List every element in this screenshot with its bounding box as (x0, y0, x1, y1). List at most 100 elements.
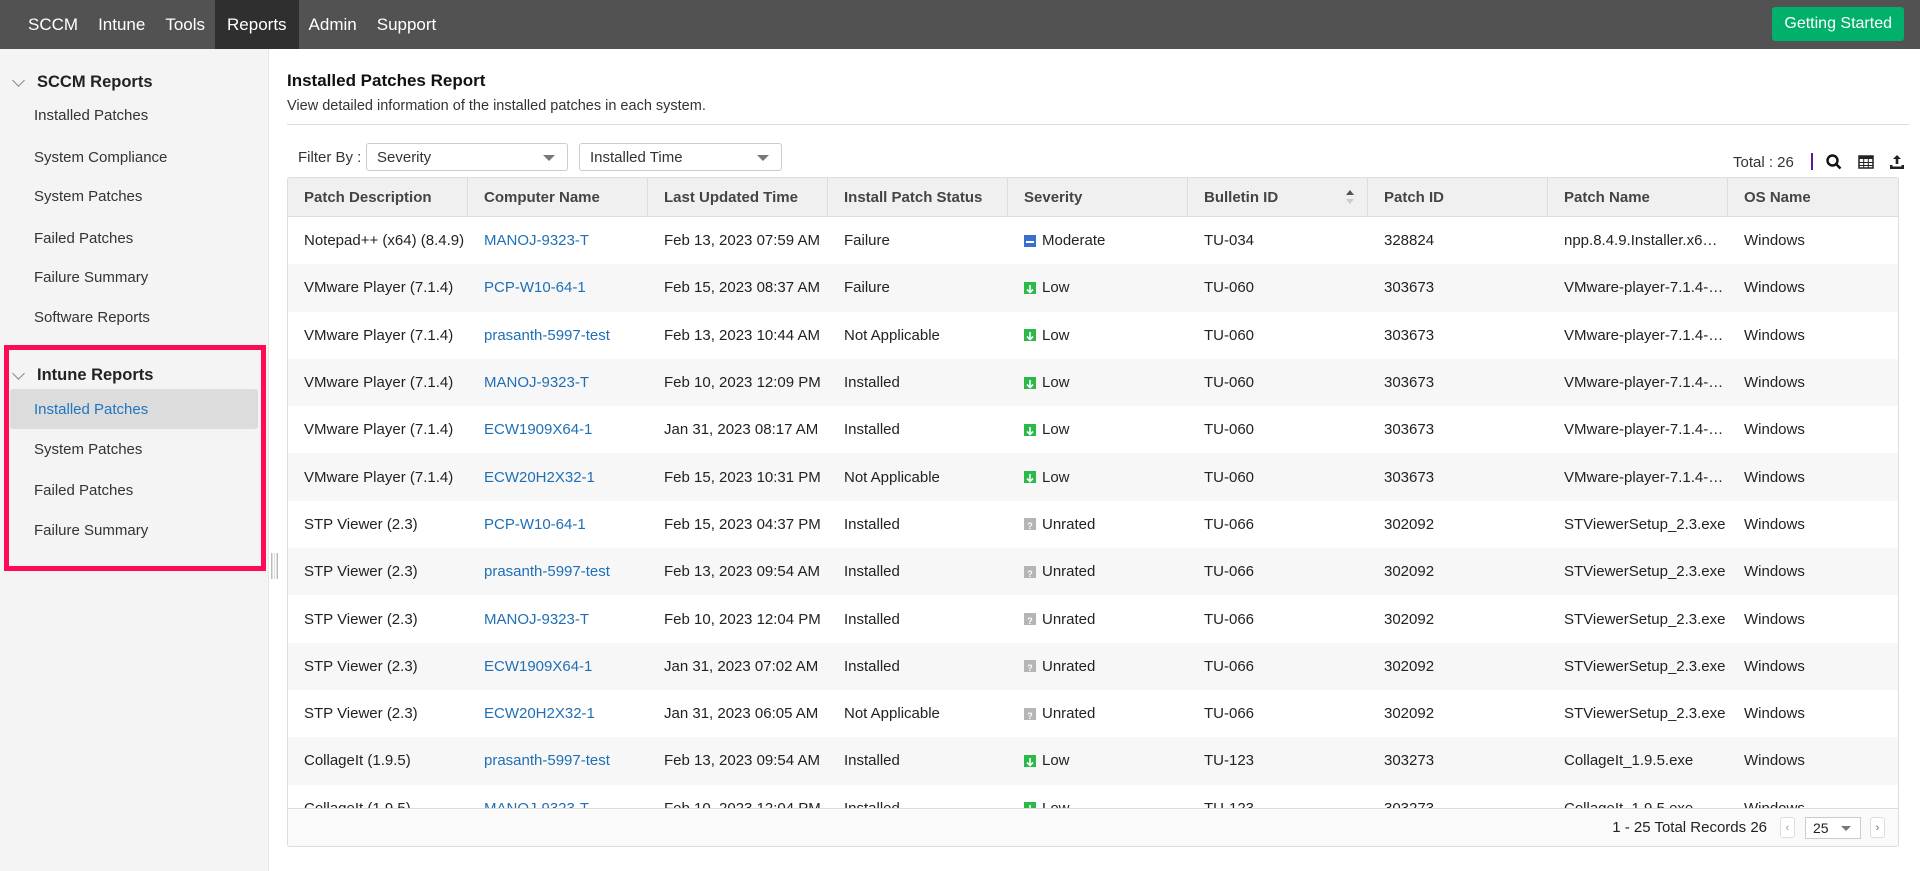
sidebar-sccm-failure-summary[interactable]: Failure Summary (10, 257, 258, 297)
last-updated-time-cell: Feb 10, 2023 12:04 PM (648, 595, 828, 642)
column-header-computer-name[interactable]: Computer Name (468, 178, 648, 216)
table-row[interactable]: Notepad++ (x64) (8.4.9) MANOJ-9323-T Feb 1… (288, 217, 1898, 264)
sidebar-section-sccm-reports[interactable]: SCCM Reports (12, 73, 153, 92)
table-row[interactable]: VMware Player (7.1.4) ECW20H2X32-1 Feb 15,… (288, 453, 1898, 501)
sidebar-section-intune-reports[interactable]: Intune Reports (12, 366, 154, 385)
export-icon[interactable] (1888, 153, 1906, 171)
sidebar-intune-installed-patches[interactable]: Installed Patches (10, 389, 258, 429)
table-row[interactable]: VMware Player (7.1.4) prasanth-5997-test F… (288, 312, 1898, 359)
severity-filter-select[interactable]: Severity (366, 143, 568, 171)
column-header-install-patch-status[interactable]: Install Patch Status (828, 178, 1008, 216)
patch-name-text: CollageIt_1.9.5.exe (1564, 752, 1694, 770)
patch-name-cell: CollageIt_1.9.5.exe (1548, 785, 1728, 808)
bulletin-id-cell: TU-060 (1188, 312, 1368, 359)
nav-intune[interactable]: Intune (88, 0, 155, 49)
patch-description-text: VMware Player (7.1.4) (304, 374, 454, 392)
table-row[interactable]: CollageIt (1.9.5) MANOJ-9323-T Feb 10, 202… (288, 785, 1898, 808)
column-header-os-name[interactable]: OS Name (1728, 178, 1898, 216)
computer-name-cell[interactable]: ECW20H2X32-1 (468, 690, 648, 737)
sidebar-resize-handle[interactable] (271, 553, 278, 579)
caret-down-icon (757, 155, 769, 161)
sidebar-intune-failed-patches[interactable]: Failed Patches (10, 470, 258, 510)
last-updated-time-cell: Feb 13, 2023 10:44 AM (648, 312, 828, 359)
computer-name-cell[interactable]: prasanth-5997-test (468, 548, 648, 595)
svg-text:?: ? (1027, 711, 1033, 721)
table-row[interactable]: STP Viewer (2.3) ECW1909X64-1 Jan 31, 2023… (288, 642, 1898, 690)
nav-support[interactable]: Support (367, 0, 447, 49)
nav-reports[interactable]: Reports (215, 0, 299, 49)
severity-text: Low (1042, 421, 1070, 439)
table-row[interactable]: CollageIt (1.9.5) prasanth-5997-test Feb 1… (288, 737, 1898, 785)
install-status-text: Failure (844, 279, 890, 297)
sidebar-sccm-installed-patches[interactable]: Installed Patches (10, 95, 258, 135)
computer-name-cell[interactable]: MANOJ-9323-T (468, 359, 648, 406)
sidebar-intune-system-patches[interactable]: System Patches (10, 429, 258, 469)
table-row[interactable]: STP Viewer (2.3) MANOJ-9323-T Feb 10, 2023… (288, 595, 1898, 642)
page-size-select[interactable]: 25 (1805, 817, 1861, 839)
severity-low-icon (1024, 423, 1036, 436)
computer-name-cell[interactable]: PCP-W10-64-1 (468, 501, 648, 548)
computer-name-cell[interactable]: ECW1909X64-1 (468, 406, 648, 453)
table-row[interactable]: STP Viewer (2.3) ECW20H2X32-1 Jan 31, 2023… (288, 690, 1898, 737)
computer-name-cell[interactable]: ECW1909X64-1 (468, 643, 648, 690)
table-row[interactable]: STP Viewer (2.3) prasanth-5997-test Feb 13… (288, 548, 1898, 596)
sidebar: SCCM Reports Installed Patches System Com… (0, 49, 269, 871)
computer-name-cell[interactable]: ECW20H2X32-1 (468, 453, 648, 500)
column-header-patch-id[interactable]: Patch ID (1368, 178, 1548, 216)
install-status-text: Installed (844, 563, 900, 581)
column-chooser-icon[interactable] (1857, 153, 1875, 171)
computer-name-cell[interactable]: PCP-W10-64-1 (468, 264, 648, 311)
sidebar-intune-failure-summary[interactable]: Failure Summary (10, 510, 258, 550)
table-row[interactable]: STP Viewer (2.3) PCP-W10-64-1 Feb 15, 2023… (288, 501, 1898, 548)
os-name-cell: Windows (1728, 548, 1898, 595)
sidebar-sccm-system-compliance[interactable]: System Compliance (10, 137, 258, 177)
getting-started-button[interactable]: Getting Started (1772, 7, 1904, 41)
computer-name-cell[interactable]: prasanth-5997-test (468, 312, 648, 359)
severity-low-icon (1024, 281, 1036, 294)
column-header-last-updated-time[interactable]: Last Updated Time (648, 178, 828, 216)
previous-page-button[interactable]: ‹ (1780, 817, 1795, 838)
table-row[interactable]: VMware Player (7.1.4) PCP-W10-64-1 Feb 15,… (288, 264, 1898, 312)
patch-id-text: 302092 (1384, 563, 1435, 581)
bulletin-id-text: TU-066 (1204, 657, 1255, 675)
sidebar-sccm-failed-patches[interactable]: Failed Patches (10, 218, 258, 258)
nav-sccm[interactable]: SCCM (18, 0, 88, 49)
table-body[interactable]: Notepad++ (x64) (8.4.9) MANOJ-9323-T Feb 1… (288, 217, 1898, 808)
column-header-patch-description[interactable]: Patch Description (288, 178, 468, 216)
sidebar-sccm-software-reports[interactable]: Software Reports (10, 297, 258, 337)
column-header-patch-name[interactable]: Patch Name (1548, 178, 1728, 216)
last-updated-time-cell: Feb 13, 2023 09:54 AM (648, 548, 828, 595)
column-header-severity[interactable]: Severity (1008, 178, 1188, 216)
computer-name-cell[interactable]: prasanth-5997-test (468, 737, 648, 784)
column-header-bulletin-id[interactable]: Bulletin ID (1188, 178, 1368, 216)
filter-label: Filter By : (298, 149, 362, 166)
patch-id-text: 303673 (1384, 421, 1435, 439)
severity-text: Unrated (1042, 515, 1096, 533)
nav-admin[interactable]: Admin (299, 0, 367, 49)
sidebar-sccm-system-patches[interactable]: System Patches (10, 176, 258, 216)
table-row[interactable]: VMware Player (7.1.4) ECW1909X64-1 Jan 31,… (288, 406, 1898, 453)
sidebar-section-title: Intune Reports (37, 366, 154, 384)
severity-text: Low (1042, 326, 1070, 344)
os-name-cell: Windows (1728, 406, 1898, 453)
computer-name-text: ECW20H2X32-1 (484, 705, 595, 723)
patch-id-cell: 302092 (1368, 690, 1548, 737)
patch-description-text: CollageIt (1.9.5) (304, 800, 411, 808)
sort-ascending-icon[interactable] (1345, 189, 1355, 209)
patch-id-text: 303273 (1384, 800, 1434, 808)
bulletin-id-cell: TU-060 (1188, 264, 1368, 311)
installed-time-filter-select[interactable]: Installed Time (579, 143, 782, 171)
patch-name-cell: STViewerSetup_2.3.exe (1548, 501, 1728, 548)
computer-name-cell[interactable]: MANOJ-9323-T (468, 785, 648, 808)
computer-name-cell[interactable]: MANOJ-9323-T (468, 595, 648, 642)
nav-tools[interactable]: Tools (155, 0, 215, 49)
patch-description-cell: VMware Player (7.1.4) (288, 264, 468, 311)
computer-name-cell[interactable]: MANOJ-9323-T (468, 217, 648, 264)
bulletin-id-cell: TU-066 (1188, 643, 1368, 690)
os-name-cell: Windows (1728, 264, 1898, 311)
last-updated-time-cell: Feb 10, 2023 12:04 PM (648, 785, 828, 808)
patch-description-text: STP Viewer (2.3) (304, 515, 418, 533)
next-page-button[interactable]: › (1870, 817, 1885, 838)
table-row[interactable]: VMware Player (7.1.4) MANOJ-9323-T Feb 10,… (288, 358, 1898, 407)
search-icon[interactable] (1825, 153, 1843, 171)
